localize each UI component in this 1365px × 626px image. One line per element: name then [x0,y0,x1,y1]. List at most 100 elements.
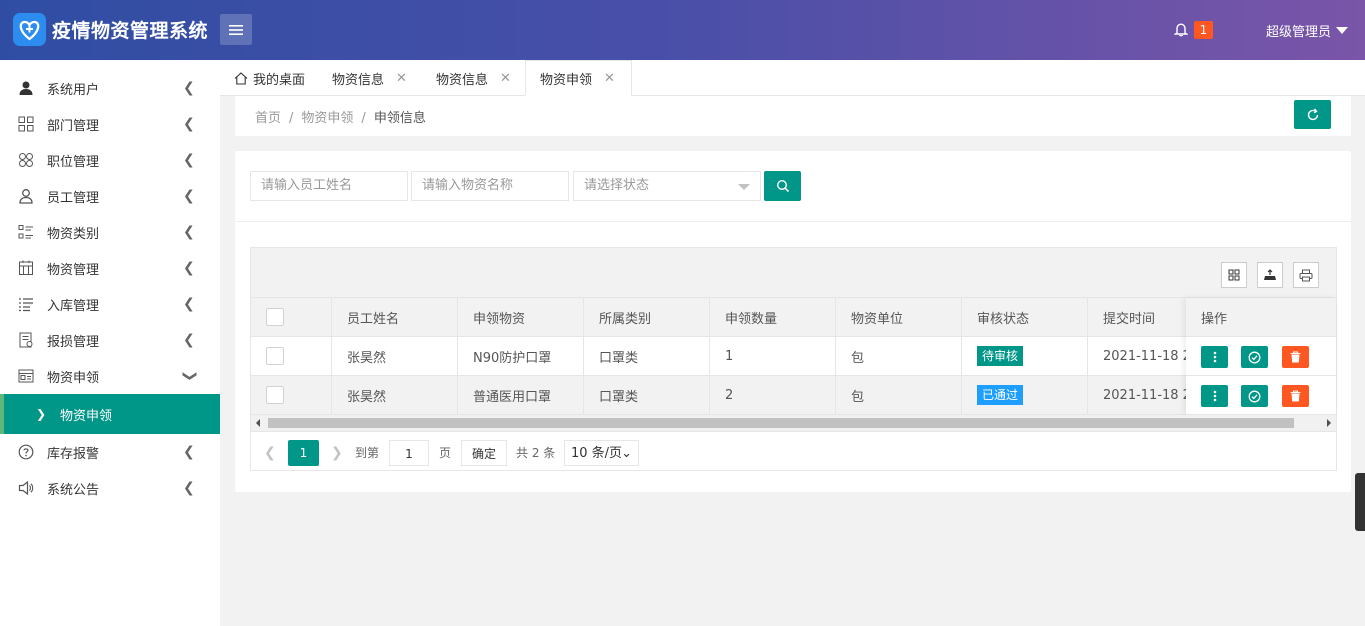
tab-material-info-1[interactable]: 物资信息 ✕ [332,60,407,96]
scroll-left-icon[interactable] [256,419,260,427]
refresh-button[interactable] [1294,100,1331,129]
row-checkbox[interactable] [266,386,284,404]
header-cell[interactable]: 物资单位 [836,298,962,337]
approve-button[interactable] [1241,385,1268,407]
pagination: ❮ 1 ❯ 到第 1 页 确定 共 2 条 10 条/页 ⌄ [251,431,1336,471]
sidebar-item-departments[interactable]: 部门管理 ❮ [0,106,220,142]
tab-material-info-2[interactable]: 物资信息 ✕ [436,60,511,96]
chevron-left-icon: ❮ [183,152,195,168]
page-size-select[interactable]: 10 条/页 ⌄ [564,440,639,466]
header-cell[interactable]: 申领物资 [458,298,584,337]
tab-bar: 我的桌面 物资信息 ✕ 物资信息 ✕ 物资申领 ✕ [220,60,1365,96]
user-solid-icon [19,81,33,95]
header-cell[interactable]: 审核状态 [962,298,1088,337]
status-badge: 已通过 [977,385,1024,405]
close-icon[interactable]: ✕ [604,71,615,86]
columns-filter-button[interactable] [1221,262,1247,288]
sidebar-item-positions[interactable]: 职位管理 ❮ [0,142,220,178]
chevron-down-icon: ❮ [180,370,197,382]
sidebar-item-system-users[interactable]: 系统用户 ❮ [0,70,220,106]
print-icon [1299,269,1313,281]
print-button[interactable] [1293,262,1319,288]
sidebar-item-announcements[interactable]: 系统公告 ❮ [0,470,220,506]
category-cell: 口罩类 [584,376,710,415]
check-circle-icon [1248,351,1261,363]
main-card: 请输入员工姓名 请输入物资名称 请选择状态 员工姓名 申领物资 所属类别 申领数… [235,151,1351,492]
material-name-input[interactable]: 请输入物资名称 [411,171,569,201]
breadcrumb-parent[interactable]: 物资申领 [301,111,353,126]
scroll-right-icon[interactable] [1327,419,1331,427]
goto-label: 到第 [355,446,380,460]
tab-my-desktop[interactable]: 我的桌面 [234,60,305,96]
user-menu[interactable]: 超级管理员 [1266,21,1349,40]
sidebar-item-damage-report[interactable]: 报损管理 ❮ [0,322,220,358]
user-name: 超级管理员 [1266,25,1332,40]
search-button[interactable] [764,171,801,201]
logo-heart-icon [13,13,46,46]
header-cell[interactable]: 提交时间 [1088,298,1186,337]
calendar-icon [19,260,33,275]
row-checkbox[interactable] [266,347,284,365]
material-cell: 普通医用口罩 [458,376,584,415]
export-icon [1264,269,1276,280]
chevron-left-icon: ❮ [183,116,195,132]
table-toolbar [251,248,1336,298]
goto-page-input[interactable]: 1 [389,440,429,466]
actions-row [1186,337,1336,376]
columns-icon [1228,269,1240,281]
employee-name-input[interactable]: 请输入员工姓名 [250,171,408,201]
caret-down-icon [1336,27,1349,34]
next-page-icon[interactable]: ❯ [331,440,343,466]
export-button[interactable] [1257,262,1283,288]
sidebar-item-material-categories[interactable]: 物资类别 ❮ [0,214,220,250]
floating-widget[interactable] [1355,473,1365,531]
sidebar: 系统用户 ❮ 部门管理 ❮ 职位管理 ❮ 员工管理 ❮ 物资类别 ❮ 物资管理 … [0,60,220,626]
delete-button[interactable] [1282,346,1309,368]
speaker-icon [18,480,34,496]
sidebar-item-materials[interactable]: 物资管理 ❮ [0,250,220,286]
actions-row [1186,376,1336,415]
select-all-checkbox[interactable] [266,308,284,326]
sidebar-item-stock-in[interactable]: 入库管理 ❮ [0,286,220,322]
menu-toggle-button[interactable] [220,14,252,45]
sidebar-item-stock-alarm[interactable]: 库存报警 ❮ [0,434,220,470]
close-icon[interactable]: ✕ [500,71,511,86]
header-cell[interactable]: 申领数量 [710,298,836,337]
prev-page-icon[interactable]: ❮ [264,440,276,466]
bell-icon[interactable] [1173,22,1189,41]
time-cell: 2021-11-18 22: [1088,376,1186,415]
sidebar-item-employees[interactable]: 员工管理 ❮ [0,178,220,214]
quantity-cell: 1 [710,337,836,376]
goto-confirm-button[interactable]: 确定 [461,440,507,466]
tab-material-claims[interactable]: 物资申领 ✕ [525,60,632,96]
scrollbar-thumb[interactable] [268,418,1294,428]
more-button[interactable] [1201,385,1228,407]
row-select-cell [251,376,332,415]
header-cell[interactable]: 所属类别 [584,298,710,337]
status-select[interactable]: 请选择状态 [573,171,761,201]
more-button[interactable] [1201,346,1228,368]
list-lines-icon [19,298,33,312]
grid-icon [18,116,34,132]
chevron-down-icon: ⌄ [621,446,632,461]
chevron-left-icon: ❮ [183,188,195,204]
more-vertical-icon [1213,390,1216,402]
actions-column: 操作 [1186,298,1336,415]
breadcrumb-home[interactable]: 首页 [255,111,281,126]
header-cell[interactable]: 员工姓名 [332,298,458,337]
close-icon[interactable]: ✕ [396,71,407,86]
employee-cell: 张昊然 [332,376,458,415]
breadcrumb-current: 申领信息 [373,111,426,126]
table-row: 张昊然 普通医用口罩 口罩类 2 包 已通过 2021-11-18 22: [251,376,1186,415]
horizontal-scrollbar[interactable] [251,415,1336,431]
page-1-button[interactable]: 1 [288,440,319,466]
page-label: 页 [439,446,452,460]
approve-button[interactable] [1241,346,1268,368]
sidebar-subitem-material-claims[interactable]: ❯ 物资申领 [0,394,220,434]
delete-button[interactable] [1282,385,1309,407]
chevron-left-icon: ❮ [183,260,195,276]
chevron-left-icon: ❮ [183,224,195,240]
sidebar-item-material-claims[interactable]: 物资申领 ❮ [0,358,220,394]
search-icon [776,179,789,193]
chevron-right-icon: ❯ [36,407,47,421]
